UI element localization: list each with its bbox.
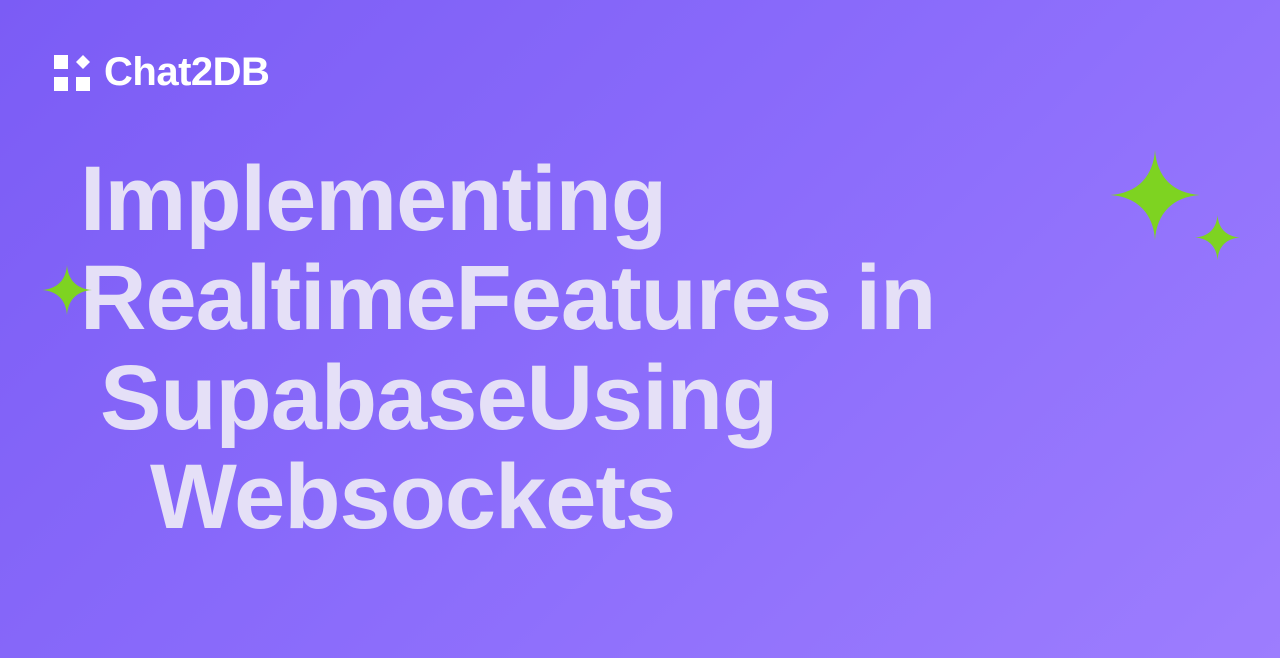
headline-line-1: Implementing <box>80 150 980 249</box>
logo-text: Chat2DB <box>104 50 269 95</box>
sparkle-icon <box>1110 150 1200 240</box>
page-title: Implementing RealtimeFeatures in Supabas… <box>80 150 980 547</box>
headline-line-2: RealtimeFeatures in <box>80 249 980 348</box>
logo-icon <box>50 51 94 95</box>
sparkle-icon <box>42 265 92 315</box>
sparkle-icon <box>1195 215 1240 260</box>
brand-logo: Chat2DB <box>50 50 269 95</box>
headline-line-4: Websockets <box>80 448 980 547</box>
headline-line-3: SupabaseUsing <box>80 349 980 448</box>
